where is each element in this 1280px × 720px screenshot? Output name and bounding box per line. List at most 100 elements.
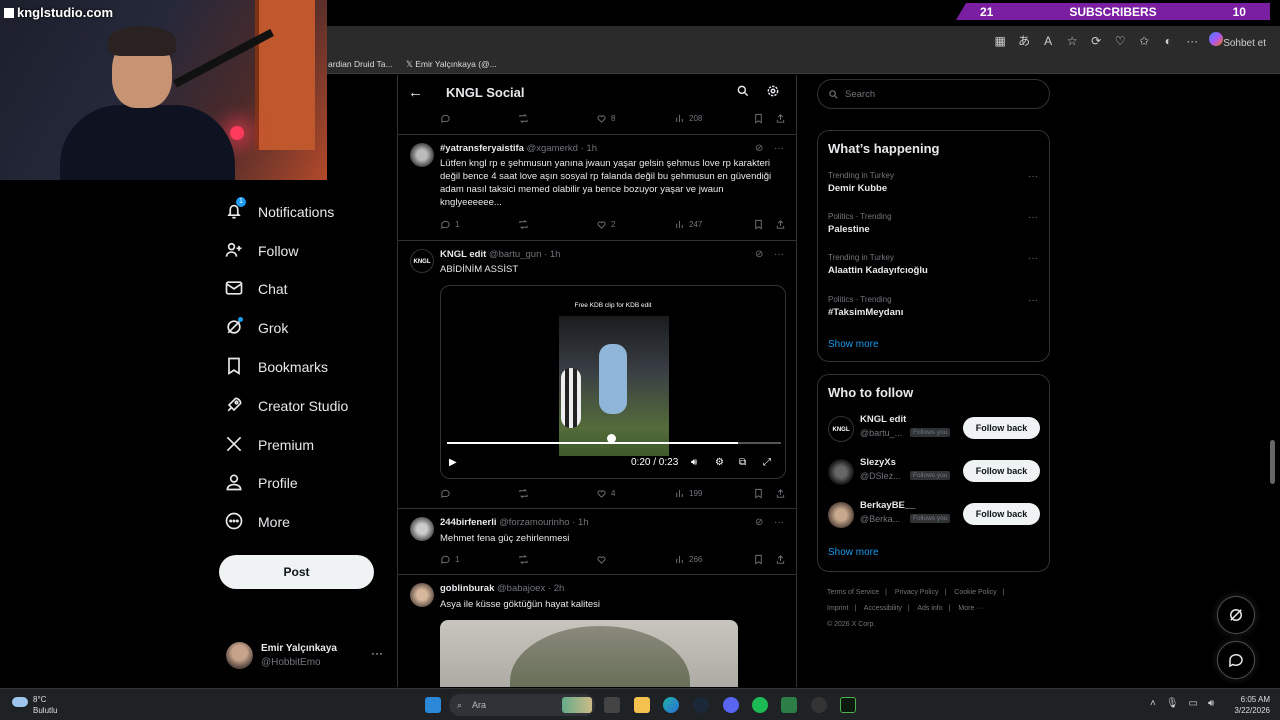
like-button[interactable]: 4 (596, 488, 615, 499)
steam-icon[interactable] (693, 697, 709, 713)
nav-grok[interactable]: Grok (224, 316, 288, 340)
nav-follow[interactable]: Follow (224, 239, 298, 263)
grok-icon[interactable]: ⊘ (755, 143, 763, 154)
follow-back-button[interactable]: Follow back (963, 503, 1040, 525)
video-player[interactable]: Free KDB clip for KDB edit ▶ 0:20 / 0:23… (440, 285, 786, 479)
task-view-icon[interactable] (604, 697, 620, 713)
obs-icon[interactable] (811, 697, 827, 713)
like-button[interactable]: 2 (596, 219, 615, 230)
more-dots-icon[interactable]: ··· (371, 646, 383, 660)
footer-link[interactable]: Imprint (827, 605, 848, 612)
app-available-icon[interactable]: ▦ (993, 34, 1007, 48)
more-dots-icon[interactable]: ··· (774, 249, 784, 260)
footer-link[interactable]: Terms of Service (827, 589, 879, 596)
settings-more-icon[interactable]: ··· (1185, 34, 1199, 48)
tweet-image[interactable] (440, 620, 738, 687)
avatar[interactable] (410, 517, 434, 541)
bookmark-item[interactable]: ardian Druid Ta... (328, 59, 393, 69)
play-icon[interactable]: ▶ (449, 457, 457, 468)
trend-item[interactable]: Trending in Turkey Alaattin Kadayıfcıoğlu… (828, 253, 1038, 276)
follow-suggestion[interactable]: SlezyXs @DSlez... Follows you Follow bac… (828, 457, 1040, 487)
show-more-link[interactable]: Show more (828, 547, 879, 558)
repost-icon[interactable] (518, 488, 529, 499)
tweet-author[interactable]: goblinburak (440, 583, 494, 594)
nav-bookmarks[interactable]: Bookmarks (224, 355, 328, 379)
footer-link[interactable]: Privacy Policy (895, 589, 939, 596)
mic-icon[interactable]: 🎙︎ (1166, 698, 1179, 709)
more-dots-icon[interactable]: ··· (774, 517, 784, 528)
chevron-up-icon[interactable]: ˄ (1150, 698, 1156, 709)
views-button[interactable]: 208 (674, 113, 702, 124)
avatar[interactable]: KNGL (410, 249, 434, 273)
tweet[interactable]: KNGL KNGL edit @bartu_gun · 1h ⊘ ··· ABİ… (398, 241, 796, 509)
follow-back-button[interactable]: Follow back (963, 460, 1040, 482)
suggestion-name[interactable]: KNGL edit (860, 414, 906, 425)
volume-icon[interactable]: 🔊︎ (691, 457, 697, 468)
repost-icon[interactable] (518, 554, 529, 565)
share-icon[interactable] (775, 219, 786, 230)
more-dots-icon[interactable]: ··· (774, 143, 784, 154)
suggestion-name[interactable]: SlezyXs (860, 457, 896, 468)
footer-link[interactable]: Ads info (917, 605, 942, 612)
fullscreen-icon[interactable]: ⤢ (763, 457, 771, 468)
bookmark-icon[interactable] (753, 554, 764, 565)
follow-suggestion[interactable]: BerkayBE__ @Berka... Follows you Follow … (828, 500, 1040, 530)
share-icon[interactable] (775, 488, 786, 499)
discord-icon[interactable] (723, 697, 739, 713)
suggestion-name[interactable]: BerkayBE__ (860, 500, 915, 511)
reply-icon[interactable] (440, 113, 451, 124)
picture-in-picture-icon[interactable]: ⧉ (739, 457, 746, 468)
search-highlight-icon[interactable] (562, 697, 592, 713)
avatar[interactable]: KNGL (828, 416, 854, 442)
views-button[interactable]: 266 (674, 554, 702, 565)
trend-item[interactable]: Trending in Turkey Demir Kubbe ··· (828, 171, 1038, 194)
nav-notifications[interactable]: 1 Notifications (224, 196, 334, 224)
volume-icon[interactable]: 🔊︎ (1208, 698, 1214, 709)
network-icon[interactable]: ▭ (1189, 698, 1198, 709)
taskbar-clock[interactable]: 6:05 AM 3/22/2026 (1228, 694, 1270, 716)
avatar[interactable] (828, 502, 854, 528)
grok-icon[interactable]: ⊘ (755, 249, 763, 260)
follow-suggestion[interactable]: KNGL KNGL edit @bartu_... Follows you Fo… (828, 414, 1040, 444)
back-arrow-icon[interactable]: ← (408, 84, 423, 101)
trend-item[interactable]: Politics · Trending Palestine ··· (828, 212, 1038, 235)
more-dots-icon[interactable]: ··· (1028, 212, 1038, 223)
tweet-author[interactable]: #yatransferyaistifa (440, 143, 524, 154)
search-input[interactable]: Search (817, 79, 1050, 109)
grok-fab[interactable] (1217, 596, 1255, 634)
bookmark-item-x[interactable]: 𝕏 Emir Yalçınkaya (@... (406, 59, 497, 70)
translate-icon[interactable]: あ (1017, 32, 1031, 49)
reply-button[interactable]: 1 (440, 554, 459, 565)
tweet-author[interactable]: 244birfenerli (440, 517, 497, 528)
share-icon[interactable] (775, 113, 786, 124)
terminal-icon[interactable] (781, 697, 797, 713)
read-aloud-icon[interactable]: A (1041, 34, 1055, 48)
tweet-author[interactable]: KNGL edit (440, 249, 486, 260)
trend-item[interactable]: Politics · Trending #TaksimMeydanı ··· (828, 295, 1038, 318)
nav-profile[interactable]: Profile (224, 471, 298, 495)
nav-premium[interactable]: Premium (224, 433, 314, 457)
footer-link[interactable]: Accessibility (864, 605, 902, 612)
video-progress-bar[interactable] (447, 442, 781, 444)
views-button[interactable]: 199 (674, 488, 702, 499)
repost-icon[interactable] (518, 219, 529, 230)
tweet[interactable]: goblinburak @babajoex · 2h Asya ile küss… (398, 575, 796, 687)
favorite-star-icon[interactable]: ☆ (1065, 34, 1079, 48)
more-dots-icon[interactable]: ··· (1028, 295, 1038, 306)
account-switcher[interactable]: Emir Yalçınkaya @HobbitEmo ··· (226, 640, 386, 674)
nav-creator-studio[interactable]: Creator Studio (224, 394, 348, 418)
bookmark-icon[interactable] (753, 488, 764, 499)
messages-fab[interactable] (1217, 641, 1255, 679)
footer-link[interactable]: More ··· (958, 605, 983, 612)
avatar[interactable] (828, 459, 854, 485)
windows-start-icon[interactable] (425, 697, 441, 713)
browser-essentials-icon[interactable]: ♡ (1113, 34, 1127, 48)
tweet[interactable]: #yatransferyaistifa @xgamerkd · 1h ⊘ ···… (398, 135, 796, 241)
reply-icon[interactable] (440, 488, 451, 499)
scrollbar-thumb[interactable] (1270, 440, 1275, 484)
repost-icon[interactable] (518, 113, 529, 124)
bookmark-icon[interactable] (753, 219, 764, 230)
tweet[interactable]: 244birfenerli @forzamourinho · 1h ⊘ ··· … (398, 509, 796, 575)
share-icon[interactable] (775, 554, 786, 565)
reply-button[interactable]: 1 (440, 219, 459, 230)
